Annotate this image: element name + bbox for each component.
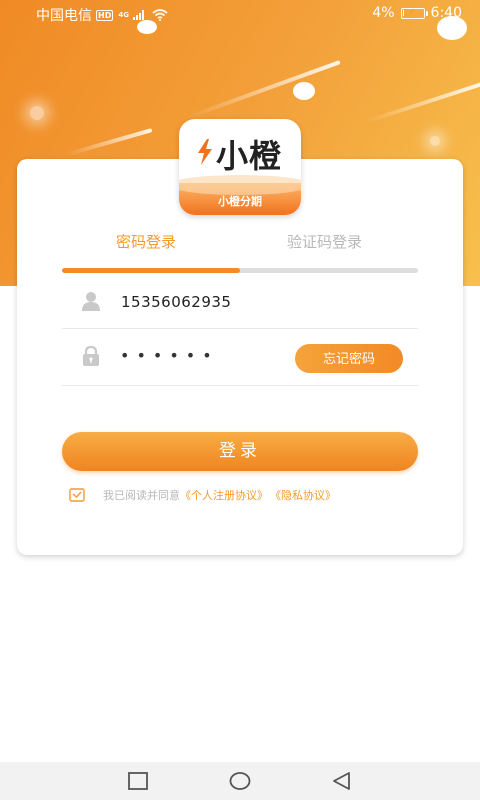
light-streak <box>66 128 153 157</box>
user-icon <box>82 292 100 311</box>
app-logo: 小橙 小橙分期 <box>179 119 301 215</box>
divider <box>62 328 418 329</box>
forgot-password-button[interactable]: 忘记密码 <box>295 344 403 373</box>
circle-icon[interactable] <box>229 771 251 791</box>
password-input[interactable]: •••••• <box>120 346 219 365</box>
user-agreement-link[interactable]: 《个人注册协议》 <box>180 487 268 503</box>
agreement-prefix: 我已阅读并同意 <box>103 489 180 502</box>
logo-brand-name: 小橙 <box>215 137 282 175</box>
triangle-back-icon[interactable] <box>331 771 353 791</box>
lock-icon <box>83 346 99 366</box>
light-streak <box>367 82 480 123</box>
logo-band-label: 小橙分期 <box>218 195 262 208</box>
tab-indicator <box>62 268 240 273</box>
charging-icon: ⚡ <box>408 7 415 18</box>
decor-bubble <box>293 82 315 100</box>
checkbox-icon[interactable] <box>69 487 85 503</box>
decor-glow <box>430 136 440 146</box>
tab-password-login[interactable]: 密码登录 <box>116 231 176 252</box>
carrier-name: 中国电信 <box>36 8 92 24</box>
status-bar: 中国电信 HD 4G 4% ⚡ 6:40 <box>0 0 480 26</box>
decor-glow <box>30 106 44 120</box>
phone-input[interactable]: 15356062935 <box>121 293 231 311</box>
battery-icon: ⚡ <box>400 7 428 19</box>
battery-percent: 4% <box>372 5 395 21</box>
network-type: 4G <box>118 11 129 19</box>
clock: 6:40 <box>430 5 462 21</box>
divider <box>62 385 418 386</box>
tab-sms-login[interactable]: 验证码登录 <box>287 231 362 252</box>
system-nav-bar <box>0 762 480 800</box>
login-screen: 中国电信 HD 4G 4% ⚡ 6:40 小橙 小橙分期 密码登录 验证码登录 … <box>0 0 480 800</box>
agreement-row: 我已阅读并同意 《个人注册协议》 《隐私协议》 <box>69 487 336 503</box>
square-icon[interactable] <box>127 771 149 791</box>
privacy-policy-link[interactable]: 《隐私协议》 <box>270 487 336 503</box>
wifi-icon <box>152 9 168 21</box>
signal-icon <box>132 10 144 20</box>
light-streak <box>188 60 341 119</box>
login-button[interactable]: 登录 <box>62 432 418 471</box>
tab-indicator-track <box>62 268 418 273</box>
hd-badge: HD <box>96 9 114 21</box>
battery-fill <box>402 9 404 16</box>
